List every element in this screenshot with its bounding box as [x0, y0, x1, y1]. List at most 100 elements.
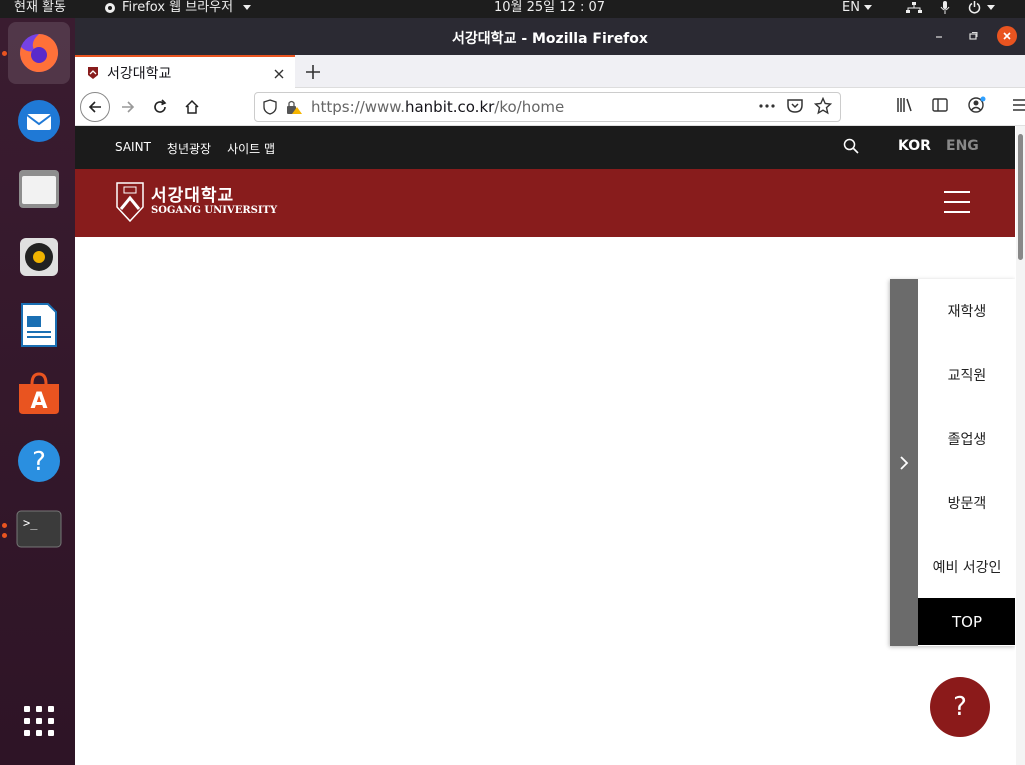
web-page: SAINT 청년광장 사이트 맵 KOR ENG 서강대학교 SOGANG UN… [75, 126, 1015, 765]
terminal-icon: >_ [16, 510, 62, 548]
url-domain: hanbit.co.kr [404, 98, 495, 116]
dock: A ? >_ [0, 18, 75, 765]
nav-toolbar: https://www. hanbit.co.kr/ko/home [75, 88, 1025, 126]
util-link-saint[interactable]: SAINT [115, 140, 151, 157]
app-menu[interactable]: Firefox 웹 브라우저 [104, 0, 252, 15]
microphone-icon [940, 1, 950, 14]
svg-text:?: ? [32, 447, 46, 477]
scrollbar-thumb[interactable] [1018, 134, 1023, 260]
svg-text:>_: >_ [23, 516, 38, 530]
quick-menu-students[interactable]: 재학생 [918, 279, 1015, 343]
sidebar-icon[interactable] [931, 96, 949, 114]
dock-firefox[interactable] [8, 22, 70, 84]
reload-icon [154, 99, 167, 113]
close-button[interactable] [997, 26, 1017, 46]
running-indicator [2, 523, 7, 528]
dock-app-grid[interactable] [8, 690, 70, 752]
window-title: 서강대학교 - Mozilla Firefox [452, 31, 648, 47]
account-icon[interactable] [967, 96, 987, 114]
arrow-right-icon [122, 101, 135, 113]
input-language-label: EN [842, 0, 860, 15]
more-actions-icon[interactable] [758, 97, 776, 115]
help-icon: ? [18, 440, 60, 482]
system-top-bar: 현재 활동 Firefox 웹 브라우저 10월 25일 12 : 07 EN [0, 0, 1025, 18]
utility-bar: SAINT 청년광장 사이트 맵 KOR ENG [75, 126, 1015, 169]
dock-rhythmbox[interactable] [8, 226, 70, 288]
app-grid-icon [24, 706, 54, 736]
thunderbird-icon [18, 100, 60, 142]
forward-button[interactable] [114, 93, 142, 121]
system-tray[interactable] [906, 1, 995, 14]
clock[interactable]: 10월 25일 12 : 07 [494, 0, 605, 15]
site-menu-button[interactable] [944, 191, 970, 213]
power-icon [968, 1, 981, 14]
reload-button[interactable] [146, 93, 174, 121]
svg-text:A: A [30, 389, 47, 414]
url-bar[interactable]: https://www. hanbit.co.kr/ko/home [254, 92, 841, 122]
util-link-sitemap[interactable]: 사이트 맵 [227, 140, 275, 157]
window-titlebar[interactable]: 서강대학교 - Mozilla Firefox [75, 18, 1025, 55]
dock-writer[interactable] [8, 294, 70, 356]
hamburger-menu-icon[interactable] [1011, 96, 1025, 114]
pocket-icon[interactable] [786, 97, 804, 115]
running-indicator [2, 533, 7, 538]
dock-thunderbird[interactable] [8, 90, 70, 152]
url-path: /ko/home [494, 98, 565, 116]
tab-close-icon[interactable] [273, 68, 285, 80]
sogang-emblem-icon [116, 182, 144, 223]
quick-menu-staff[interactable]: 교직원 [918, 343, 1015, 407]
quick-menu-prospective[interactable]: 예비 서강인 [918, 535, 1015, 599]
top-button[interactable]: TOP [918, 598, 1015, 645]
site-logo[interactable]: 서강대학교 SOGANG UNIVERSITY [115, 181, 277, 223]
rhythmbox-icon [20, 238, 58, 276]
tab-sogang[interactable]: 서강대학교 [75, 55, 295, 88]
site-header: 서강대학교 SOGANG UNIVERSITY [75, 169, 1015, 237]
chevron-right-icon [900, 455, 909, 470]
home-button[interactable] [178, 93, 206, 121]
quick-menu-alumni[interactable]: 졸업생 [918, 407, 1015, 471]
url-prefix: https://www. [311, 98, 405, 116]
close-icon [1003, 32, 1011, 40]
minimize-button[interactable] [929, 26, 949, 46]
quick-menu-visitors[interactable]: 방문객 [918, 471, 1015, 535]
maximize-button[interactable] [963, 26, 983, 46]
firefox-window: 서강대학교 - Mozilla Firefox 서강대학교 https://ww… [75, 18, 1025, 765]
bookmark-star-icon[interactable] [814, 97, 832, 115]
dock-files[interactable] [8, 158, 70, 220]
chevron-down-icon [987, 5, 995, 10]
dock-help[interactable]: ? [8, 430, 70, 492]
back-button[interactable] [80, 92, 110, 122]
quick-menu-toggle[interactable] [890, 279, 918, 646]
page-scrollbar[interactable] [1016, 126, 1025, 765]
sogang-favicon-icon [88, 66, 98, 79]
software-icon: A [19, 372, 59, 414]
logo-english: SOGANG UNIVERSITY [151, 205, 278, 216]
files-icon [19, 170, 59, 208]
chevron-down-icon [863, 5, 872, 10]
logo-korean: 서강대학교 [151, 186, 235, 206]
home-icon [185, 99, 199, 114]
new-tab-icon[interactable] [305, 64, 321, 80]
arrow-left-icon [88, 101, 101, 113]
tab-strip: 서강대학교 [75, 55, 1025, 88]
shield-icon[interactable] [263, 99, 277, 115]
quick-menu: 재학생 교직원 졸업생 방문객 예비 서강인 TOP [890, 279, 1015, 646]
lang-kor-link[interactable]: KOR [898, 138, 931, 154]
library-icon[interactable] [895, 96, 913, 114]
input-language[interactable]: EN [842, 0, 872, 15]
network-icon [906, 1, 922, 13]
app-menu-label: Firefox 웹 브라우저 [122, 0, 234, 15]
firefox-icon [20, 33, 59, 72]
util-link-youth[interactable]: 청년광장 [167, 140, 211, 157]
lang-eng-link[interactable]: ENG [946, 138, 979, 154]
tab-title: 서강대학교 [107, 65, 172, 82]
search-icon[interactable] [843, 138, 859, 154]
activities-button[interactable]: 현재 활동 [14, 0, 66, 15]
minimize-icon [936, 36, 942, 38]
firefox-small-icon [105, 2, 115, 13]
power-menu[interactable] [968, 1, 995, 14]
insecure-lock-icon[interactable] [285, 99, 303, 115]
help-button[interactable]: ? [930, 677, 990, 737]
dock-software[interactable]: A [8, 362, 70, 424]
dock-terminal[interactable]: >_ [8, 498, 70, 560]
